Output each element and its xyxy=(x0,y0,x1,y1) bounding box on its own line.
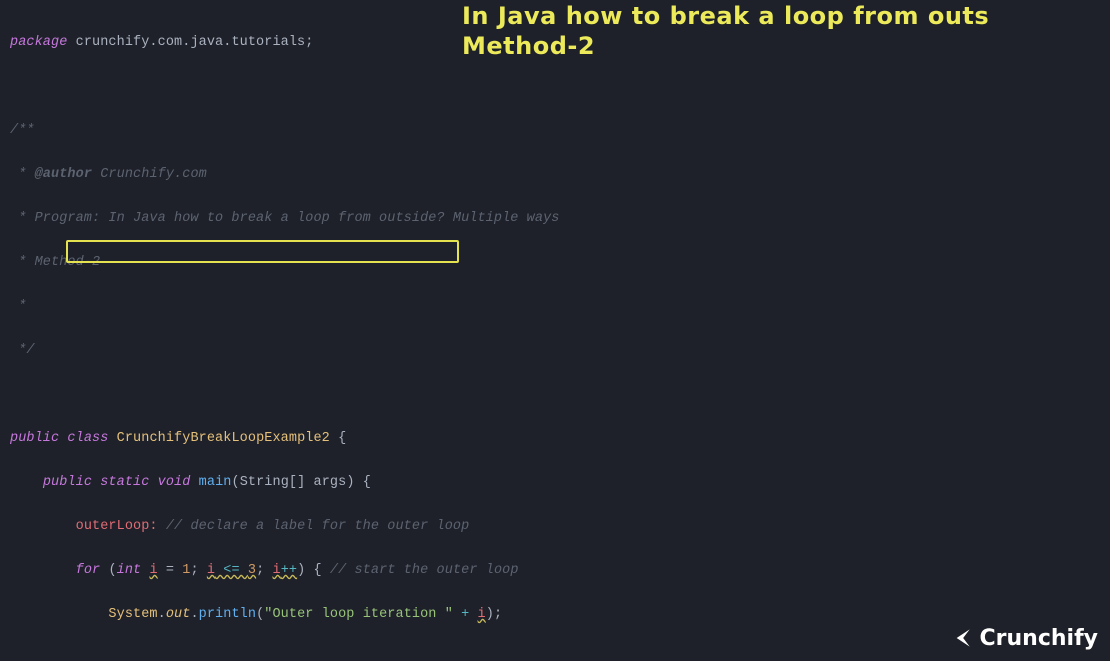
javadoc-author-tag: @author xyxy=(35,167,92,182)
javadoc-open: /** xyxy=(10,123,35,138)
label-comment: // declare a label for the outer loop xyxy=(166,519,469,534)
javadoc-program: * Program: In Java how to break a loop f… xyxy=(10,211,560,226)
javadoc-close: */ xyxy=(10,343,35,358)
label-outerloop: outerLoop: xyxy=(76,519,158,534)
code-editor[interactable]: package crunchify.com.java.tutorials; /*… xyxy=(0,0,1110,661)
class-name: CrunchifyBreakLoopExample2 xyxy=(117,431,330,446)
javadoc-author: Crunchify.com xyxy=(92,167,207,182)
method-main: main xyxy=(199,475,232,490)
javadoc-method: * Method-2 xyxy=(10,255,100,270)
package-name: crunchify.com.java.tutorials xyxy=(67,35,305,50)
keyword-package: package xyxy=(10,35,67,50)
